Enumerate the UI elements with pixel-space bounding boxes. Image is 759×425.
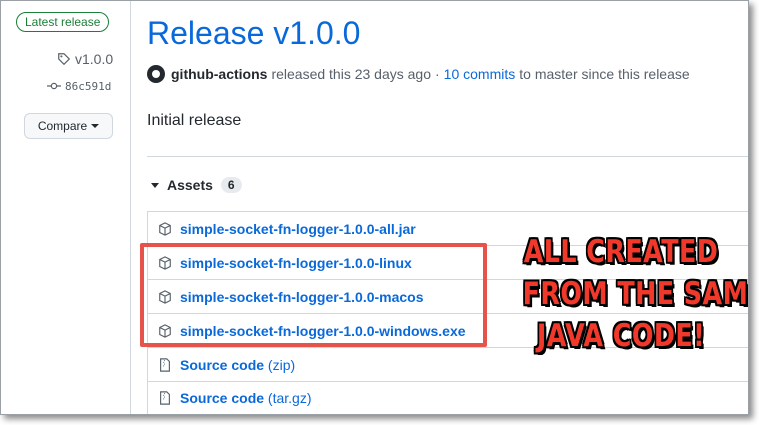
release-sidebar: Latest release v1.0.0 86c591d Compare <box>1 1 131 414</box>
source-zip-link[interactable]: Source code (zip) <box>180 357 295 373</box>
triangle-down-icon <box>151 182 159 188</box>
asset-suffix: (tar.gz) <box>267 390 312 406</box>
release-meta: github-actions released this 23 days ago… <box>147 65 690 83</box>
tag-icon <box>58 53 71 66</box>
asset-suffix: (zip) <box>267 356 296 373</box>
commit-sha: 86c591d <box>65 79 112 93</box>
release-page: Latest release v1.0.0 86c591d Compare Re… <box>0 0 749 415</box>
package-icon <box>159 221 171 236</box>
chevron-down-icon <box>91 124 100 128</box>
asset-name: Source code <box>180 356 265 373</box>
asset-name: Source code <box>180 390 265 406</box>
source-targz-link[interactable]: Source code (tar.gz) <box>180 390 312 406</box>
tag-name: v1.0.0 <box>75 51 114 67</box>
commit-icon <box>47 82 61 90</box>
file-zip-icon <box>160 391 170 405</box>
commit-link[interactable]: 86c591d <box>47 79 111 93</box>
callout-line: FROM THE SAME <box>522 276 749 312</box>
file-zip-icon <box>160 357 170 372</box>
release-title[interactable]: Release v1.0.0 <box>147 15 360 52</box>
commits-suffix: to master since this release <box>519 66 690 82</box>
latest-release-badge: Latest release <box>16 12 110 32</box>
compare-label: Compare <box>37 119 88 133</box>
highlight-box <box>140 243 487 347</box>
compare-button[interactable]: Compare <box>24 113 113 139</box>
callout-line: JAVA CODE! <box>536 318 706 354</box>
divider <box>147 156 748 157</box>
asset-link[interactable]: simple-socket-fn-logger-1.0.0-all.jar <box>180 221 416 237</box>
assets-toggle[interactable]: Assets 6 <box>151 177 242 193</box>
avatar[interactable] <box>147 65 165 83</box>
list-item: Source code (tar.gz) <box>147 381 748 414</box>
release-author[interactable]: github-actions <box>171 66 267 82</box>
tag-link[interactable]: v1.0.0 <box>57 51 113 67</box>
callout-line: ALL CREATED <box>523 234 719 270</box>
released-text: released this 23 days ago <box>271 66 431 82</box>
assets-label: Assets <box>167 177 213 193</box>
assets-count: 6 <box>220 177 242 193</box>
release-body: Initial release <box>147 112 242 129</box>
meta-separator: · <box>435 66 440 82</box>
annotation-callout: ALL CREATED FROM THE SAME JAVA CODE! <box>522 231 749 357</box>
commits-link[interactable]: 10 commits <box>444 66 516 82</box>
